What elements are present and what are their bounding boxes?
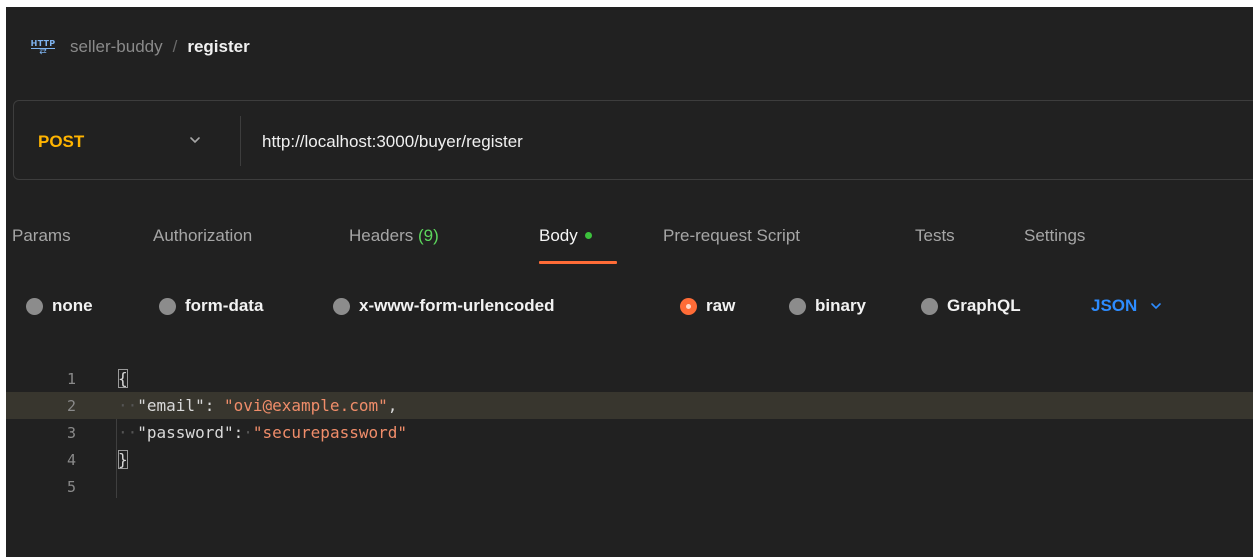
radio-none-label: none [52, 296, 93, 315]
url-bar: POST http://localhost:3000/buyer/registe… [13, 100, 1253, 180]
tab-body[interactable]: Body [539, 226, 592, 246]
json-key: "email" [137, 396, 205, 415]
radio-x-www-form-urlencoded[interactable]: x-www-form-urlencoded [333, 296, 555, 316]
radio-binary-label: binary [815, 296, 867, 315]
radio-form-data[interactable]: form-data [159, 296, 263, 316]
tab-tests[interactable]: Tests [915, 226, 955, 246]
editor-line: 1 { [6, 365, 1253, 392]
tab-body-label: Body [539, 226, 578, 245]
radio-urlencoded-label: x-www-form-urlencoded [359, 296, 555, 315]
radio-icon [921, 297, 938, 315]
radio-icon [26, 297, 43, 315]
brace-open: { [118, 369, 128, 388]
code-line-1: { [118, 369, 128, 388]
json-comma: , [387, 396, 398, 415]
line-number: 1 [66, 369, 76, 388]
line-number: 5 [66, 477, 76, 496]
url-input[interactable]: http://localhost:3000/buyer/register [262, 132, 523, 152]
radio-form-data-label: form-data [185, 296, 264, 315]
tab-authorization[interactable]: Authorization [153, 226, 252, 246]
postman-request-window: HTTP ⇄ seller-buddy / register POST http:… [6, 7, 1253, 557]
radio-selected-icon [680, 297, 697, 315]
json-key: "password" [137, 423, 234, 442]
code-line-2: ··"email": "ovi@example.com", [118, 396, 398, 415]
editor-line: 3 ··"password":·"securepassword" [6, 419, 1253, 446]
brace-close: } [118, 450, 128, 469]
json-colon: : [233, 423, 244, 442]
radio-icon [333, 297, 350, 315]
chevron-down-icon [1151, 303, 1162, 310]
breadcrumb-collection[interactable]: seller-buddy [70, 37, 163, 57]
tab-headers[interactable]: Headers (9) [349, 226, 439, 246]
breadcrumb-separator: / [172, 37, 178, 56]
radio-binary[interactable]: binary [789, 296, 866, 316]
headers-count-badge: (9) [418, 226, 439, 245]
line-number: 2 [66, 396, 76, 415]
editor-line: 5 [6, 473, 1253, 500]
method-select[interactable]: POST [38, 132, 84, 152]
divider [240, 116, 241, 166]
format-select[interactable]: JSON [1091, 296, 1163, 316]
chevron-down-icon[interactable] [188, 133, 202, 147]
json-value: "ovi@example.com" [223, 396, 388, 415]
tab-headers-label: Headers [349, 226, 414, 245]
radio-icon [789, 297, 806, 315]
code-line-3: ··"password":·"securepassword" [118, 423, 407, 442]
breadcrumb-request-name[interactable]: register [187, 37, 249, 57]
editor-line: 4 } [6, 446, 1253, 473]
tab-settings[interactable]: Settings [1024, 226, 1085, 246]
radio-none[interactable]: none [26, 296, 93, 316]
radio-icon [159, 297, 176, 315]
json-value: "securepassword" [252, 423, 407, 442]
format-label: JSON [1091, 296, 1138, 315]
radio-raw[interactable]: raw [680, 296, 735, 316]
body-active-dot-icon [584, 232, 592, 240]
radio-graphql[interactable]: GraphQL [921, 296, 1021, 316]
line-number: 4 [66, 450, 76, 469]
radio-raw-label: raw [706, 296, 736, 315]
editor-line-highlighted: 2 ··"email": "ovi@example.com", [6, 392, 1253, 419]
active-tab-indicator [539, 261, 617, 264]
json-colon: : [204, 396, 224, 415]
code-line-4: } [118, 450, 128, 469]
tab-pre-request-script[interactable]: Pre-request Script [663, 226, 800, 246]
radio-graphql-label: GraphQL [947, 296, 1021, 315]
line-number: 3 [66, 423, 76, 442]
tab-params[interactable]: Params [12, 226, 71, 246]
http-request-icon: HTTP ⇄ [30, 38, 56, 57]
breadcrumb: HTTP ⇄ seller-buddy / register [30, 35, 250, 59]
